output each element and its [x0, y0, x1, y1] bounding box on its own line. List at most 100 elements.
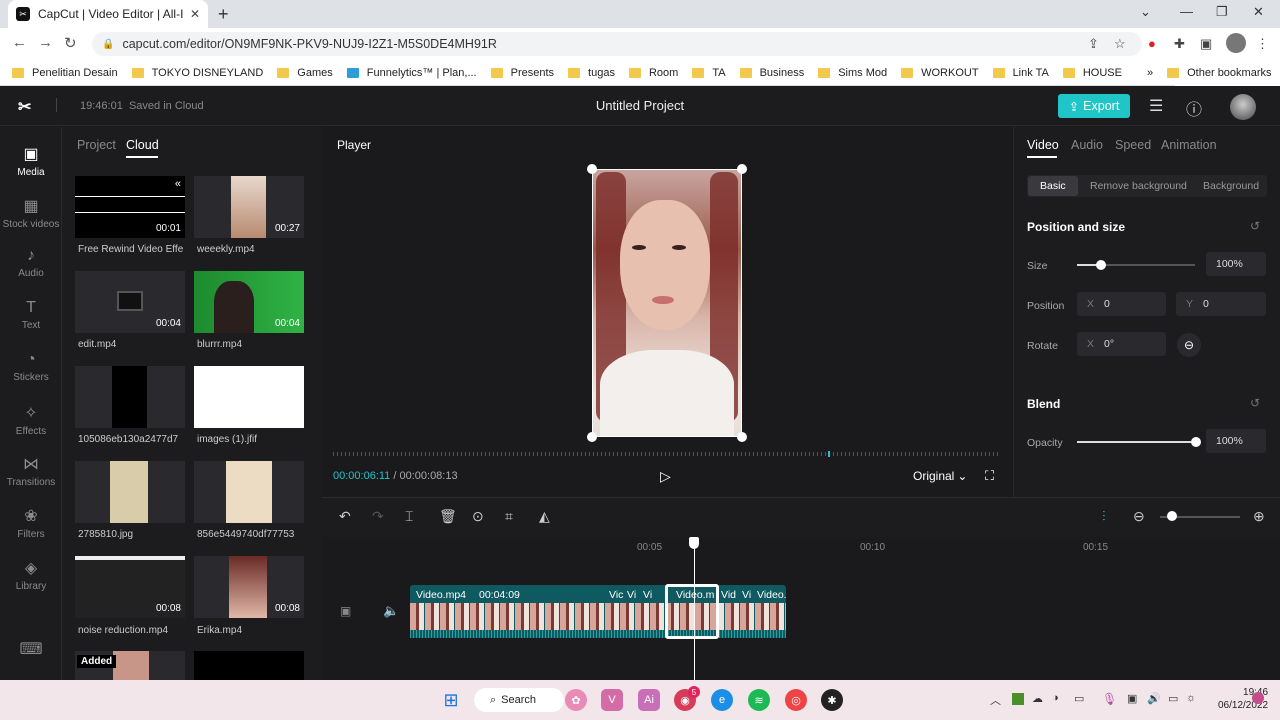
close-window-icon[interactable]: ✕: [1253, 4, 1264, 20]
bookmark-item[interactable]: Link TA: [992, 67, 1049, 79]
tray-icon[interactable]: ☼: [1186, 692, 1196, 704]
star-icon[interactable]: ☆: [1114, 36, 1126, 52]
share-icon[interactable]: ⇪: [1088, 36, 1099, 52]
nav-media[interactable]: ▣ Media: [0, 144, 62, 178]
resize-handle[interactable]: [587, 432, 597, 442]
tab-video[interactable]: Video: [1027, 138, 1059, 152]
extensions-icon[interactable]: ✚: [1174, 36, 1185, 52]
back-icon[interactable]: ←: [12, 34, 27, 51]
slider-knob[interactable]: [1191, 437, 1201, 447]
bookmark-item[interactable]: Penelitian Desain: [12, 67, 118, 79]
app-icon[interactable]: ✿: [565, 689, 587, 711]
bookmark-item[interactable]: Business: [739, 67, 804, 79]
tab-speed[interactable]: Speed: [1115, 138, 1151, 152]
slider-knob[interactable]: [1167, 511, 1177, 521]
play-icon[interactable]: ▷: [660, 468, 671, 485]
undo-icon[interactable]: ↶: [339, 508, 351, 525]
chrome-icon[interactable]: ◎: [785, 689, 807, 711]
bookmark-item[interactable]: Room: [628, 67, 678, 79]
project-title[interactable]: Untitled Project: [560, 98, 720, 113]
zoom-out-icon[interactable]: ⊖: [1133, 508, 1145, 525]
profile-avatar[interactable]: [1226, 33, 1246, 53]
capcut-logo-icon[interactable]: ✂: [18, 97, 31, 117]
tray-icon[interactable]: [1012, 693, 1024, 705]
mirror-icon[interactable]: ◭: [539, 508, 550, 525]
menu-icon[interactable]: ⋮: [1256, 36, 1269, 52]
sidebar-icon[interactable]: ▣: [1200, 36, 1212, 52]
replay-icon[interactable]: ⊙: [472, 508, 484, 525]
tab-cloud[interactable]: Cloud: [126, 138, 159, 152]
app-icon[interactable]: Ai: [638, 689, 660, 711]
track-thumbnail-icon[interactable]: ▣: [340, 604, 351, 618]
resize-handle[interactable]: [737, 432, 747, 442]
media-thumb[interactable]: 00:08: [75, 556, 185, 618]
crop-icon[interactable]: ⌗: [505, 508, 513, 525]
playhead[interactable]: [694, 540, 695, 680]
media-thumb[interactable]: Added: [75, 651, 185, 680]
media-thumb[interactable]: 00:08: [194, 556, 304, 618]
opacity-input[interactable]: 100%: [1206, 429, 1266, 453]
speaker-icon[interactable]: 🔊: [1147, 692, 1161, 705]
address-bar[interactable]: 🔒 capcut.com/editor/ON9MF9NK-PKV9-NUJ9-I…: [92, 32, 1142, 56]
redo-icon[interactable]: ↷: [372, 508, 384, 525]
reset-icon[interactable]: ↺: [1250, 219, 1260, 233]
opera-icon[interactable]: ●: [1148, 36, 1156, 51]
chevron-down-icon[interactable]: ⌄: [1140, 4, 1151, 20]
nav-library[interactable]: ◈ Library: [0, 558, 62, 592]
subtab-remove-background[interactable]: Remove background: [1090, 180, 1187, 192]
notification-icon[interactable]: [1252, 692, 1264, 704]
rotate-input[interactable]: X 0°: [1077, 332, 1166, 356]
edge-icon[interactable]: e: [711, 689, 733, 711]
bookmark-item[interactable]: Funnelytics™ | Plan,...: [346, 67, 477, 79]
browser-tab[interactable]: ✂ CapCut | Video Editor | All-In-One ✕: [8, 0, 208, 28]
cloud-icon[interactable]: ☁: [1032, 692, 1043, 705]
media-thumb[interactable]: « 00:01: [75, 176, 185, 238]
reset-icon[interactable]: ↺: [1250, 396, 1260, 410]
nav-transitions[interactable]: ⋈ Transitions: [0, 454, 62, 488]
spotify-icon[interactable]: ≋: [748, 689, 770, 711]
other-bookmarks[interactable]: » Other bookmarks: [1147, 60, 1280, 86]
tab-project[interactable]: Project: [77, 138, 116, 152]
opacity-slider[interactable]: [1077, 441, 1195, 443]
app-icon[interactable]: ✱: [821, 689, 843, 711]
bookmark-item[interactable]: TOKYO DISNEYLAND: [131, 67, 263, 79]
app-icon[interactable]: V: [601, 689, 623, 711]
rotate-dial-icon[interactable]: ⊖: [1177, 333, 1201, 357]
taskbar-search[interactable]: ⌕ Search: [474, 688, 564, 712]
new-tab-icon[interactable]: +: [218, 4, 229, 25]
nav-effects[interactable]: ✧ Effects: [0, 403, 62, 437]
size-input[interactable]: 100%: [1206, 252, 1266, 276]
tray-icon[interactable]: ◑: [1052, 692, 1059, 704]
size-slider[interactable]: [1077, 264, 1195, 266]
reload-icon[interactable]: ↻: [64, 34, 77, 52]
keyboard-icon[interactable]: ⌨: [0, 639, 62, 662]
media-thumb[interactable]: 00:04: [75, 271, 185, 333]
nav-filters[interactable]: ❀ Filters: [0, 506, 62, 540]
tab-animation[interactable]: Animation: [1161, 138, 1217, 152]
delete-icon[interactable]: 🗑: [439, 508, 457, 525]
forward-icon[interactable]: →: [38, 34, 53, 51]
fullscreen-icon[interactable]: ⛶: [985, 468, 994, 484]
position-y-input[interactable]: Y0: [1176, 292, 1266, 316]
more-bookmarks[interactable]: »: [1147, 67, 1153, 79]
zoom-in-icon[interactable]: ⊕: [1253, 508, 1265, 525]
media-thumb[interactable]: 00:04: [194, 271, 304, 333]
media-thumb[interactable]: [75, 366, 185, 428]
slider-knob[interactable]: [1095, 260, 1106, 270]
battery-icon[interactable]: ▭: [1168, 692, 1178, 705]
media-thumb[interactable]: [194, 461, 304, 523]
media-thumb[interactable]: [194, 366, 304, 428]
scrubber-bar[interactable]: [333, 452, 998, 456]
microphone-icon[interactable]: 🎙: [1102, 692, 1117, 706]
help-icon[interactable]: ⓘ: [1186, 96, 1202, 120]
bookmark-item[interactable]: WORKOUT: [901, 67, 979, 79]
bookmark-item[interactable]: HOUSE: [1062, 67, 1122, 79]
maximize-icon[interactable]: ❐: [1216, 4, 1228, 20]
media-thumb[interactable]: 00:27: [194, 176, 304, 238]
media-thumb[interactable]: [75, 461, 185, 523]
avatar[interactable]: [1230, 94, 1256, 120]
chevron-up-icon[interactable]: ︿: [990, 692, 1001, 708]
minimize-icon[interactable]: —: [1180, 4, 1193, 19]
resize-handle[interactable]: [587, 164, 597, 174]
nav-stock-videos[interactable]: ▦ Stock videos: [0, 196, 62, 230]
